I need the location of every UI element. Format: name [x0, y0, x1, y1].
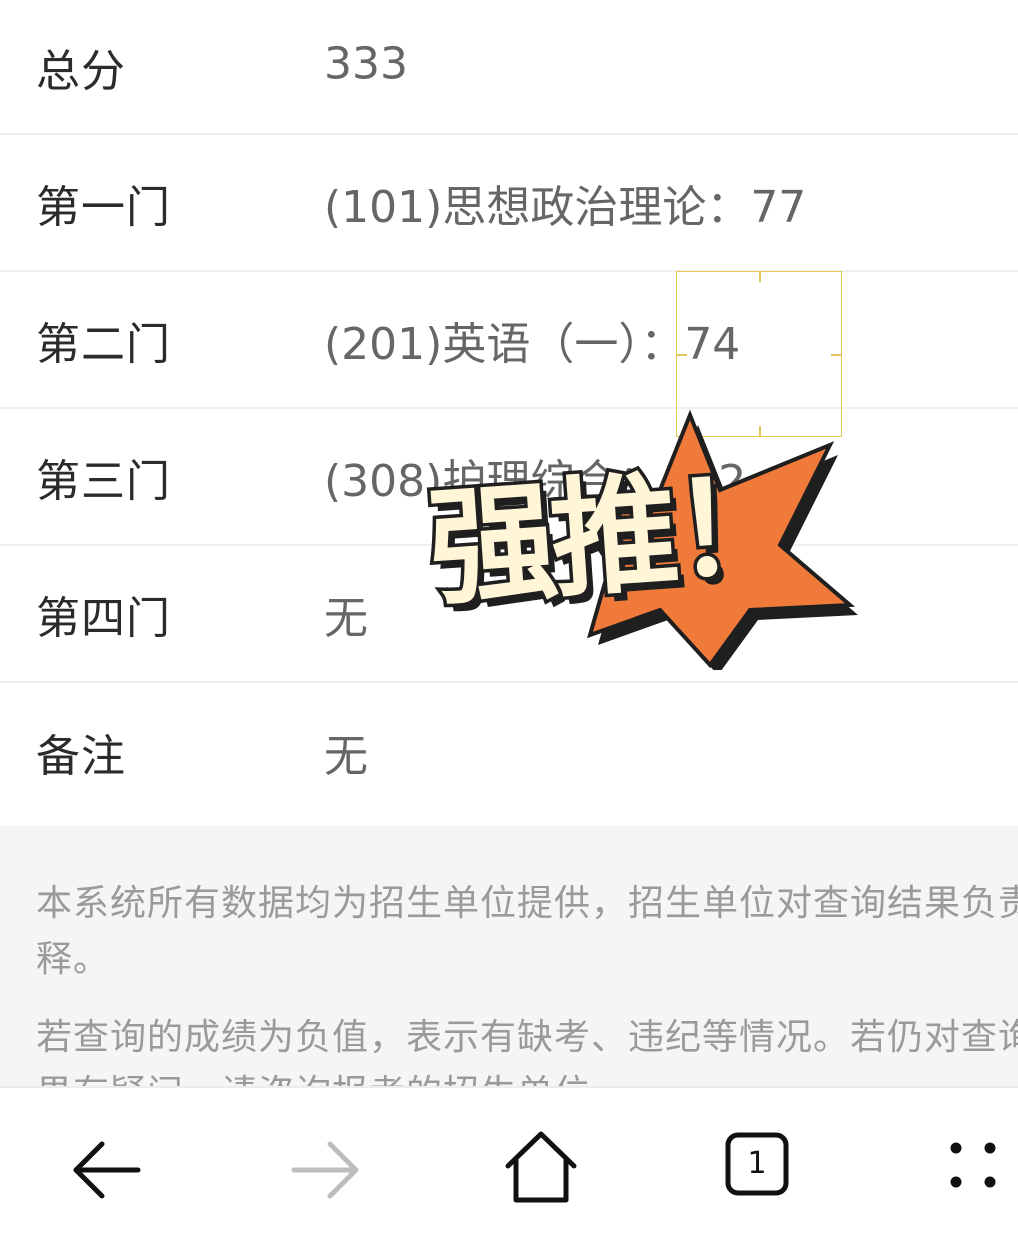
sticker-text: 强推！: [421, 447, 804, 628]
row-value: 无: [324, 592, 368, 644]
disclaimer-paragraph-2: 若查询的成绩为负值，表示有缺考、违纪等情况。若仍对查询结果有疑问，请咨询报考的招…: [36, 1017, 1018, 1086]
score-row-total: 总分 333: [0, 0, 1018, 135]
arrow-left-icon: [73, 1141, 141, 1199]
row-label: 第四门: [36, 592, 171, 644]
disclaimer-section: 本系统所有数据均为招生单位提供，招生单位对查询结果负责解释。 若查询的成绩为负值…: [0, 826, 1018, 1086]
row-label: 第三门: [36, 455, 171, 507]
tabs-button[interactable]: 1: [712, 1128, 802, 1208]
back-button[interactable]: [62, 1128, 152, 1208]
menu-button[interactable]: [928, 1128, 1018, 1208]
row-value: 无: [324, 730, 368, 782]
menu-dots-icon: [950, 1142, 996, 1188]
arrow-right-icon: [291, 1141, 359, 1199]
recommend-sticker: 强推！: [420, 395, 860, 670]
row-label: 第一门: [36, 181, 171, 233]
score-row-subject-1: 第一门 (101)思想政治理论：77: [0, 135, 1018, 272]
home-icon: [505, 1131, 577, 1203]
score-row-remark: 备注 无: [0, 683, 1018, 820]
browser-bottom-toolbar: 1: [0, 1086, 1018, 1250]
row-value: (101)思想政治理论：77: [324, 181, 807, 233]
forward-button[interactable]: [280, 1128, 370, 1208]
score-row-subject-2: 第二门 (201)英语（一）：74: [0, 272, 1018, 409]
row-label: 总分: [36, 45, 126, 97]
row-value: 333: [324, 38, 408, 90]
row-label: 第二门: [36, 318, 171, 370]
row-label: 备注: [36, 730, 126, 782]
home-button[interactable]: [496, 1128, 586, 1208]
tab-count: 1: [747, 1146, 767, 1181]
disclaimer-paragraph-1: 本系统所有数据均为招生单位提供，招生单位对查询结果负责解释。: [36, 883, 1018, 980]
